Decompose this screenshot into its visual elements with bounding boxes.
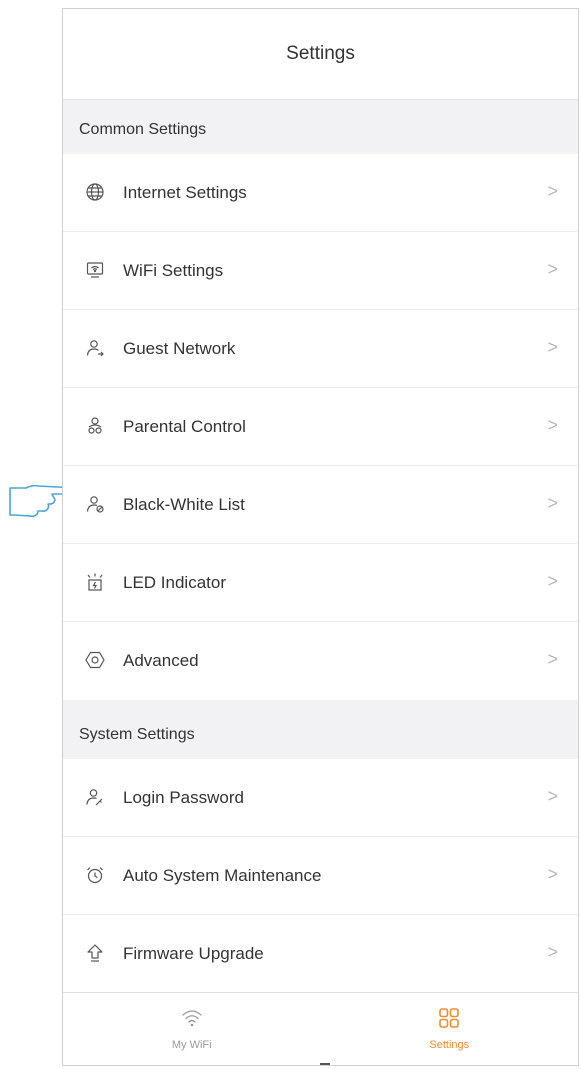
chevron-right-icon: >	[547, 415, 558, 435]
bottom-tab-bar: My WiFi Settings	[63, 992, 578, 1065]
screen-bottom-marker	[320, 1063, 330, 1065]
chevron-right-icon: >	[547, 942, 558, 962]
row-label: Guest Network	[123, 339, 236, 358]
row-label: Parental Control	[123, 417, 246, 436]
settings-row-parental-control[interactable]: Parental Control >	[63, 388, 578, 466]
section-title-common: Common Settings	[63, 100, 578, 154]
page-title: Settings	[286, 43, 355, 64]
tab-label: My WiFi	[171, 1039, 212, 1051]
tab-my-wifi[interactable]: My WiFi	[63, 993, 321, 1065]
grid-settings-icon	[437, 1006, 461, 1030]
hexagon-gear-icon	[85, 650, 105, 670]
wifi-screen-icon	[85, 260, 105, 280]
settings-row-firmware-upgrade[interactable]: Firmware Upgrade >	[63, 915, 578, 993]
chevron-right-icon: >	[547, 864, 558, 884]
chevron-right-icon: >	[547, 571, 558, 591]
nav-header: Settings	[63, 9, 578, 100]
guest-user-icon	[85, 338, 105, 358]
row-label: Firmware Upgrade	[123, 944, 264, 963]
wifi-icon	[180, 1006, 204, 1030]
settings-row-black-white-list[interactable]: Black-White List >	[63, 466, 578, 544]
row-label: Auto System Maintenance	[123, 866, 322, 885]
chevron-right-icon: >	[547, 493, 558, 513]
settings-row-guest-network[interactable]: Guest Network >	[63, 310, 578, 388]
alarm-clock-icon	[85, 865, 105, 885]
settings-row-led-indicator[interactable]: LED Indicator >	[63, 544, 578, 622]
settings-row-advanced[interactable]: Advanced >	[63, 622, 578, 700]
upload-arrow-icon	[85, 943, 105, 963]
row-label: Login Password	[123, 788, 244, 807]
phone-screen: Settings Common Settings Internet Settin…	[62, 8, 579, 1066]
row-label: Advanced	[123, 651, 199, 670]
settings-row-internet[interactable]: Internet Settings >	[63, 154, 578, 232]
tab-settings[interactable]: Settings	[321, 993, 579, 1065]
chevron-right-icon: >	[547, 337, 558, 357]
row-label: LED Indicator	[123, 573, 226, 592]
tab-label: Settings	[429, 1039, 470, 1051]
settings-row-wifi[interactable]: WiFi Settings >	[63, 232, 578, 310]
blacklist-user-icon	[85, 494, 105, 514]
chevron-right-icon: >	[547, 649, 558, 669]
row-label: Black-White List	[123, 495, 245, 514]
row-label: Internet Settings	[123, 183, 247, 202]
section-title-label: Common Settings	[79, 121, 207, 138]
chevron-right-icon: >	[547, 259, 558, 279]
section-title-system: System Settings	[63, 700, 578, 759]
chevron-right-icon: >	[547, 786, 558, 806]
row-label: WiFi Settings	[123, 261, 224, 280]
settings-row-auto-maintenance[interactable]: Auto System Maintenance >	[63, 837, 578, 915]
globe-icon	[85, 182, 105, 202]
settings-row-login-password[interactable]: Login Password >	[63, 759, 578, 837]
chevron-right-icon: >	[547, 181, 558, 201]
parental-control-icon	[85, 416, 105, 436]
led-indicator-icon	[85, 572, 105, 592]
section-title-label: System Settings	[79, 726, 195, 743]
user-key-icon	[85, 787, 105, 807]
